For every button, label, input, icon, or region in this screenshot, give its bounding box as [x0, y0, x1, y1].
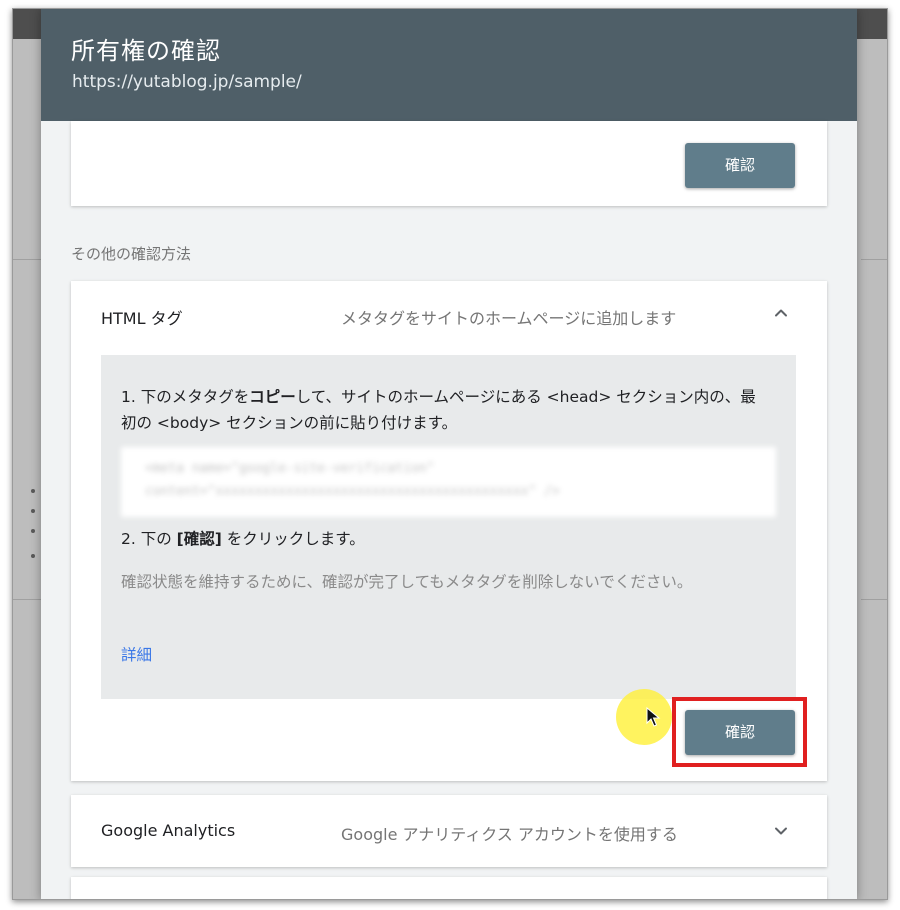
cursor-highlight	[616, 689, 672, 745]
background-divider	[13, 259, 41, 260]
screenshot-frame: 所有権の確認 https://yutablog.jp/sample/ 確認 その…	[12, 8, 888, 900]
html-tag-instructions-panel: 1. 下のメタタグをコピーして、サイトのホームページにある <head> セクシ…	[101, 355, 796, 699]
ownership-verification-dialog: 所有権の確認 https://yutablog.jp/sample/ 確認 その…	[41, 9, 857, 899]
background-bullet	[31, 489, 35, 493]
background-bullet	[31, 509, 35, 513]
dialog-header: 所有権の確認 https://yutablog.jp/sample/	[41, 9, 857, 121]
background-bullet	[31, 529, 35, 533]
background-divider	[13, 599, 41, 600]
verify-button-top[interactable]: 確認	[685, 143, 795, 188]
mouse-pointer-icon	[646, 707, 661, 727]
step1-bold: コピー	[249, 388, 296, 406]
instruction-step-1: 1. 下のメタタグをコピーして、サイトのホームページにある <head> セクシ…	[121, 384, 771, 436]
chevron-up-icon[interactable]	[771, 303, 791, 323]
google-analytics-description[interactable]: Google アナリティクス アカウントを使用する	[341, 821, 678, 845]
html-tag-title[interactable]: HTML タグ	[101, 305, 183, 329]
background-divider	[861, 599, 887, 600]
chevron-down-icon[interactable]	[771, 821, 791, 841]
html-tag-description[interactable]: メタタグをサイトのホームページに追加します	[341, 305, 676, 329]
dialog-title: 所有権の確認	[71, 37, 221, 65]
recommended-method-card: 確認	[71, 121, 827, 206]
blurred-code-line: <meta name="google-site-verification"	[145, 461, 435, 476]
next-method-card[interactable]	[71, 877, 827, 899]
step2-prefix: 2. 下の	[121, 530, 177, 548]
google-analytics-title[interactable]: Google Analytics	[101, 821, 235, 840]
meta-tag-code-box[interactable]: <meta name="google-site-verification" co…	[121, 447, 776, 517]
google-analytics-method-card[interactable]: Google Analytics Google アナリティクス アカウントを使用…	[71, 795, 827, 867]
instruction-step-2: 2. 下の [確認] をクリックします。	[121, 526, 771, 552]
blurred-code-line: content="xxxxxxxxxxxxxxxxxxxxxxxxxxxxxxx…	[145, 484, 560, 499]
property-url: https://yutablog.jp/sample/	[72, 72, 302, 92]
annotation-red-box	[672, 697, 807, 767]
details-link[interactable]: 詳細	[121, 643, 152, 665]
step1-prefix: 1. 下のメタタグを	[121, 388, 250, 406]
step2-bold: [確認]	[176, 530, 222, 548]
other-methods-label: その他の確認方法	[71, 245, 192, 263]
background-bullet	[31, 554, 35, 558]
keep-tag-note: 確認状態を維持するために、確認が完了してもメタタグを削除しないでください。	[121, 573, 693, 591]
dialog-body[interactable]: 確認 その他の確認方法 HTML タグ メタタグをサイトのホームページに追加しま…	[41, 121, 857, 899]
step2-suffix: をクリックします。	[221, 530, 365, 548]
html-tag-method-card: HTML タグ メタタグをサイトのホームページに追加します 1. 下のメタタグを…	[71, 281, 827, 781]
background-divider	[861, 259, 887, 260]
